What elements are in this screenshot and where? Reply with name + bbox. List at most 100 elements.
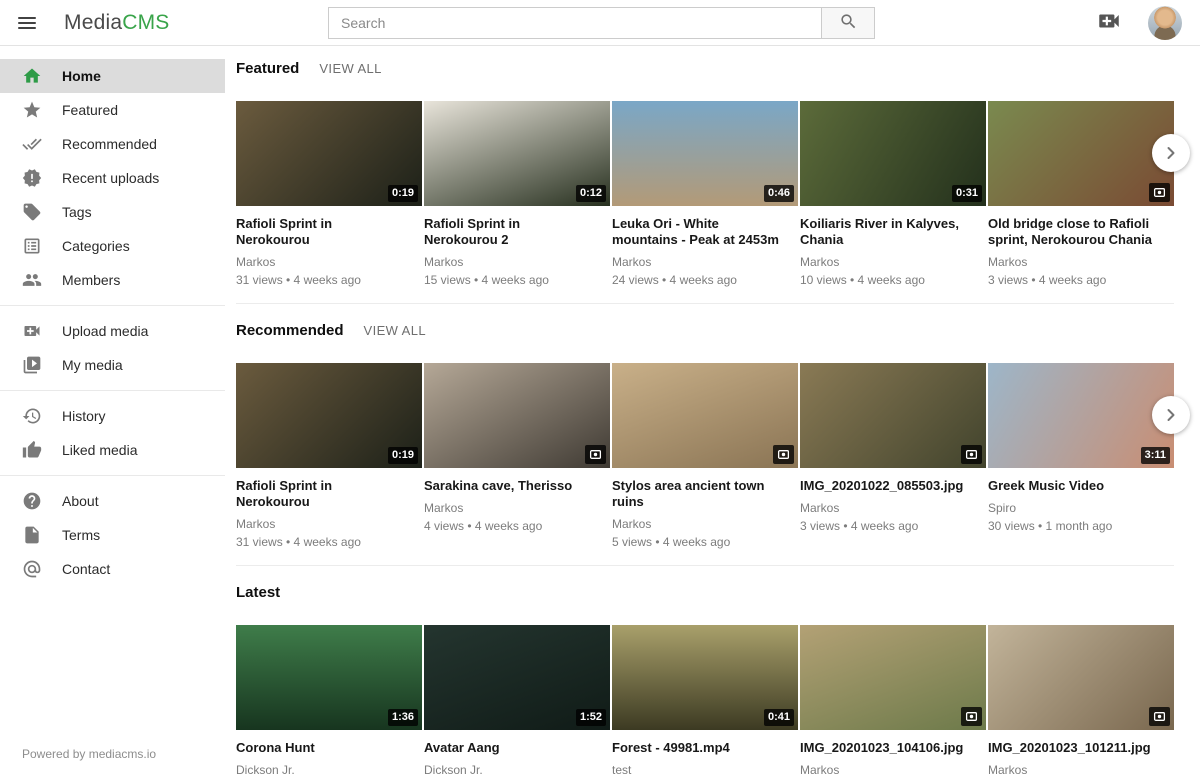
media-title[interactable]: Rafioli Sprint in Nerokourou	[236, 478, 408, 510]
sidebar-item-members[interactable]: Members	[0, 263, 225, 297]
view-all-link[interactable]: VIEW ALL	[364, 323, 426, 338]
sidebar-item-label: Recommended	[62, 136, 157, 152]
sidebar-item-contact[interactable]: Contact	[0, 552, 225, 586]
media-thumbnail[interactable]: 0:41	[612, 625, 798, 730]
media-thumbnail[interactable]	[988, 101, 1174, 206]
at-icon	[22, 559, 42, 579]
media-card-row: 0:19Rafioli Sprint in NerokourouMarkos31…	[236, 363, 1174, 549]
search-bar	[328, 7, 875, 39]
media-author[interactable]: Markos	[800, 501, 986, 515]
media-thumbnail[interactable]: 0:31	[800, 101, 986, 206]
media-author[interactable]: Markos	[988, 255, 1174, 269]
sidebar-item-label: Contact	[62, 561, 110, 577]
media-author[interactable]: Markos	[612, 255, 798, 269]
media-thumbnail[interactable]: 1:36	[236, 625, 422, 730]
media-author[interactable]: Markos	[988, 763, 1174, 775]
media-thumbnail[interactable]: 0:12	[424, 101, 610, 206]
upload-media-button[interactable]	[1096, 8, 1122, 37]
view-all-link[interactable]: VIEW ALL	[319, 61, 381, 76]
duration-badge: 0:31	[952, 185, 982, 202]
section-title: Recommended	[236, 322, 344, 339]
sidebar-item-label: History	[62, 408, 106, 424]
media-title[interactable]: Old bridge close to Rafioli sprint, Nero…	[988, 216, 1160, 248]
sidebar-item-terms[interactable]: Terms	[0, 518, 225, 552]
media-thumbnail[interactable]	[424, 363, 610, 468]
media-meta: 3 views • 4 weeks ago	[988, 273, 1174, 287]
media-title[interactable]: Koiliaris River in Kalyves, Chania	[800, 216, 972, 248]
sidebar-item-recent-uploads[interactable]: Recent uploads	[0, 161, 225, 195]
image-type-badge	[773, 445, 794, 464]
section-divider	[236, 303, 1174, 304]
duration-badge: 1:36	[388, 709, 418, 726]
media-author[interactable]: Dickson Jr.	[424, 763, 610, 775]
media-title[interactable]: Forest - 49981.mp4	[612, 740, 784, 756]
sidebar-item-history[interactable]: History	[0, 399, 225, 433]
media-author[interactable]: Markos	[424, 255, 610, 269]
logo[interactable]: MediaCMS	[64, 11, 169, 35]
sidebar-item-featured[interactable]: Featured	[0, 93, 225, 127]
media-author[interactable]: Markos	[236, 255, 422, 269]
media-author[interactable]: Markos	[800, 763, 986, 775]
sidebar-item-categories[interactable]: Categories	[0, 229, 225, 263]
media-title[interactable]: Sarakina cave, Therisso	[424, 478, 596, 494]
media-thumbnail[interactable]: 0:46	[612, 101, 798, 206]
search-icon	[839, 12, 858, 34]
sidebar-item-liked-media[interactable]: Liked media	[0, 433, 225, 467]
media-thumbnail[interactable]: 0:19	[236, 363, 422, 468]
media-title[interactable]: IMG_20201023_104106.jpg	[800, 740, 972, 756]
sidebar-item-tags[interactable]: Tags	[0, 195, 225, 229]
media-author[interactable]: Markos	[236, 517, 422, 531]
media-thumbnail[interactable]	[800, 363, 986, 468]
media-author[interactable]: Markos	[424, 501, 610, 515]
sidebar-item-recommended[interactable]: Recommended	[0, 127, 225, 161]
sidebar-item-home[interactable]: Home	[0, 59, 225, 93]
search-input[interactable]	[328, 7, 821, 39]
media-title[interactable]: Rafioli Sprint in Nerokourou 2	[424, 216, 596, 248]
media-thumbnail[interactable]	[988, 625, 1174, 730]
camera-icon	[777, 448, 790, 461]
sidebar-item-about[interactable]: About	[0, 484, 225, 518]
media-title[interactable]: Leuka Ori - White mountains - Peak at 24…	[612, 216, 784, 248]
search-button[interactable]	[821, 7, 875, 39]
main-content: Featured VIEW ALL 0:19 Rafioli Sprint in Ne…	[236, 46, 1200, 775]
camera-icon	[965, 710, 978, 723]
sidebar-item-upload-media[interactable]: Upload media	[0, 314, 225, 348]
media-card: 0:19Rafioli Sprint in NerokourouMarkos31…	[236, 363, 422, 549]
media-title[interactable]: Stylos area ancient town ruins	[612, 478, 784, 510]
media-thumbnail[interactable]	[612, 363, 798, 468]
powered-by[interactable]: Powered by mediacms.io	[22, 747, 156, 761]
media-author[interactable]: Dickson Jr.	[236, 763, 422, 775]
top-bar: MediaCMS	[0, 0, 1200, 46]
media-thumbnail[interactable]: 1:52	[424, 625, 610, 730]
logo-cms: CMS	[122, 11, 169, 34]
tag-icon	[22, 202, 42, 222]
media-card-row: 1:36Corona HuntDickson Jr.6 views • 4 da…	[236, 625, 1174, 775]
duration-badge: 0:41	[764, 709, 794, 726]
next-arrow-button[interactable]	[1152, 396, 1190, 434]
media-title[interactable]: Greek Music Video	[988, 478, 1160, 494]
media-author[interactable]: Spiro	[988, 501, 1174, 515]
duration-badge: 1:52	[576, 709, 606, 726]
media-title[interactable]: IMG_20201022_085503.jpg	[800, 478, 972, 494]
next-arrow-button[interactable]	[1152, 134, 1190, 172]
media-title[interactable]: IMG_20201023_101211.jpg	[988, 740, 1160, 756]
media-title[interactable]: Rafioli Sprint in Nerokourou	[236, 216, 408, 248]
hamburger-menu-icon[interactable]	[18, 11, 42, 35]
media-title[interactable]: Corona Hunt	[236, 740, 408, 756]
video-call-icon	[1096, 8, 1122, 37]
avatar[interactable]	[1148, 6, 1182, 40]
media-thumbnail[interactable]	[800, 625, 986, 730]
media-author[interactable]: Markos	[800, 255, 986, 269]
duration-badge: 0:19	[388, 185, 418, 202]
media-title[interactable]: Avatar Aang	[424, 740, 596, 756]
sidebar-item-my-media[interactable]: My media	[0, 348, 225, 382]
media-author[interactable]: Markos	[612, 517, 798, 531]
media-thumbnail[interactable]: 0:19	[236, 101, 422, 206]
media-meta: 3 views • 4 weeks ago	[800, 519, 986, 533]
sidebar-item-label: About	[62, 493, 99, 509]
logo-media: Media	[64, 11, 122, 34]
chevron-right-icon	[1161, 405, 1181, 425]
media-author[interactable]: test	[612, 763, 798, 775]
section-title: Featured	[236, 60, 299, 77]
media-thumbnail[interactable]: 3:11	[988, 363, 1174, 468]
